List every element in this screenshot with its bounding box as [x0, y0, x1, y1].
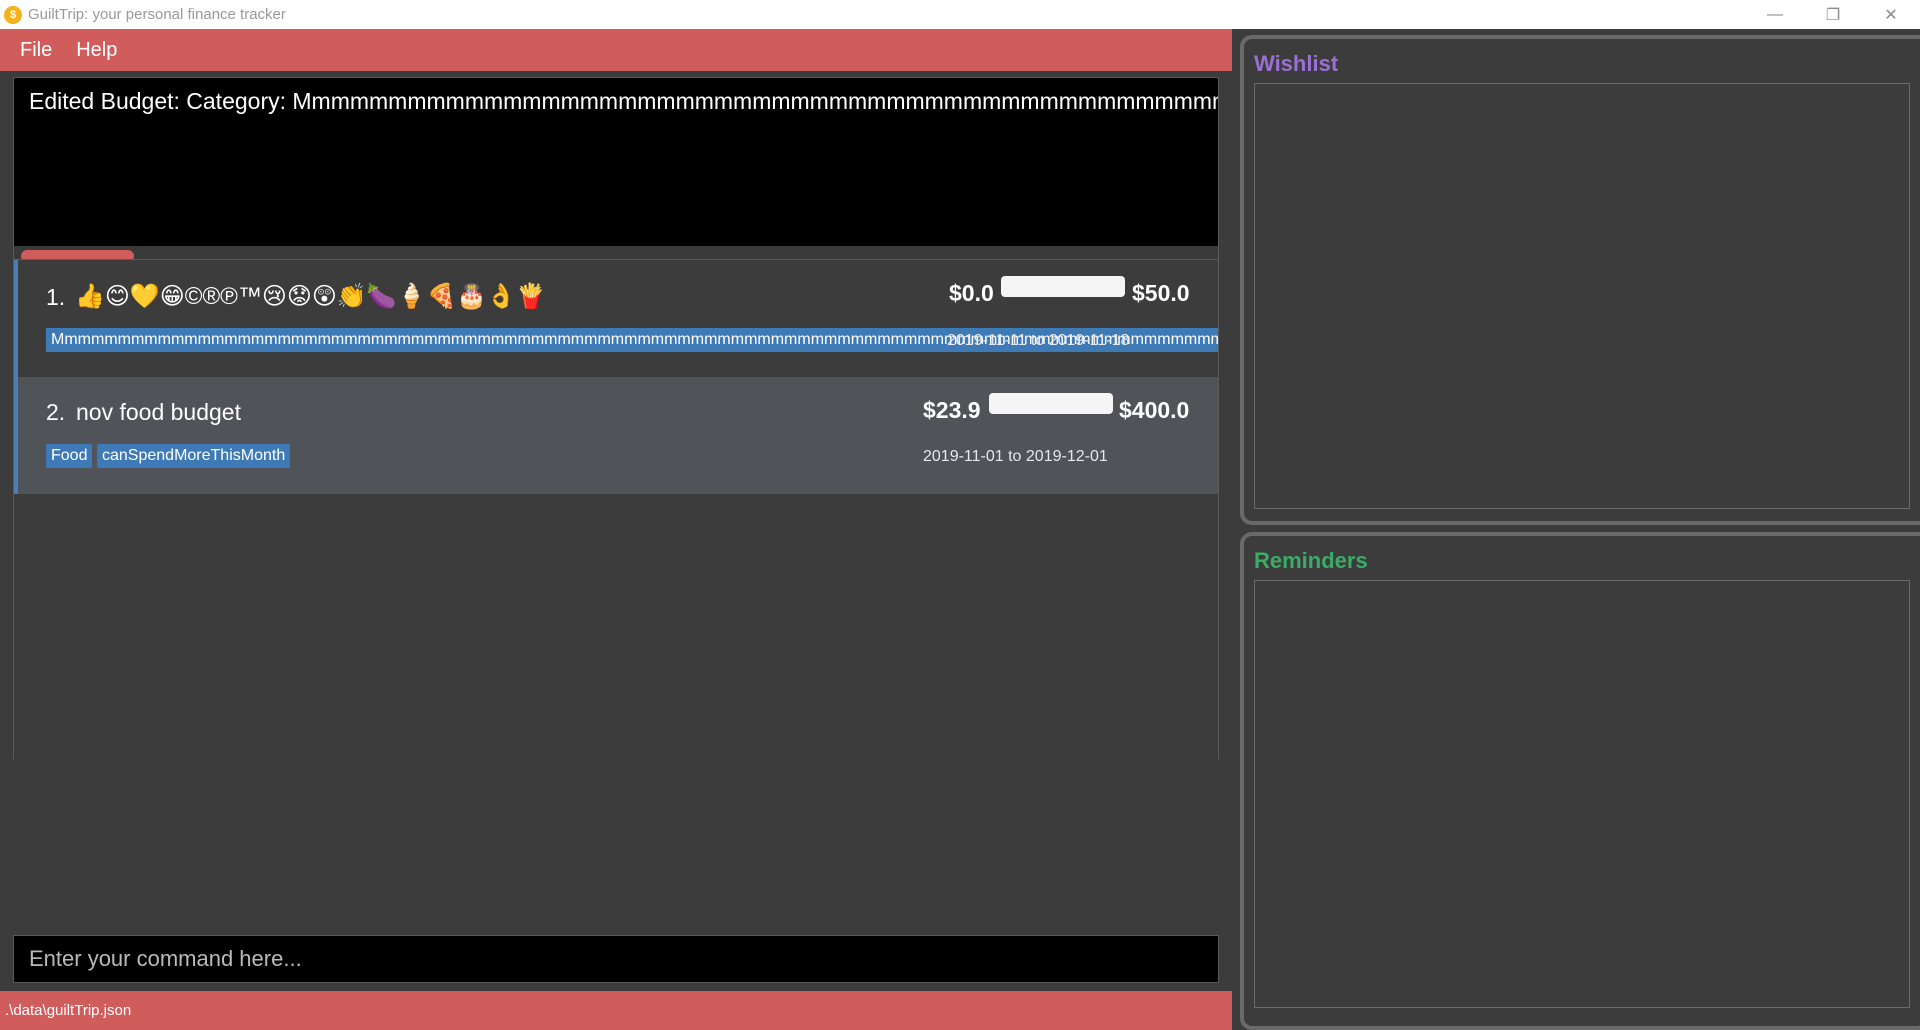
menu-file[interactable]: File [10, 39, 62, 62]
window-title: GuiltTrip: your personal finance tracker [28, 6, 286, 23]
budget-index: 2. [46, 399, 66, 425]
budget-total: $50.0 [1132, 280, 1190, 306]
budget-total: $400.0 [1119, 397, 1190, 423]
minimize-icon[interactable]: — [1746, 0, 1804, 29]
budget-list: 1. 👍😊💛😁©®℗™😢😟😲👏🍆🍦🍕🎂👌🍟 $0.0 $50.0 Mmmmmmm… [13, 259, 1219, 759]
budget-name: 👍😊💛😁©®℗™😢😟😲👏🍆🍦🍕🎂👌🍟 [75, 283, 547, 310]
budget-progress-bar [1001, 276, 1125, 297]
budget-date-range: 2019-11-01 to 2019-12-01 [923, 448, 1108, 465]
reminders-panel: Reminders [1240, 532, 1920, 1030]
restore-icon[interactable]: ❐ [1804, 0, 1862, 29]
data-file-path: .\data\guiltTrip.json [5, 1002, 132, 1019]
budget-card[interactable]: 2. nov food budget $23.9 $400.0 Food can… [14, 377, 1218, 494]
tag-can-spend-more: canSpendMoreThisMonth [97, 444, 291, 468]
side-pane: Wishlist Reminders [1232, 29, 1920, 1030]
budget-card[interactable]: 1. 👍😊💛😁©®℗™😢😟😲👏🍆🍦🍕🎂👌🍟 $0.0 $50.0 Mmmmmmm… [14, 260, 1218, 377]
command-box[interactable] [13, 935, 1219, 983]
menu-bar: File Help [0, 29, 1232, 71]
budget-spent: $0.0 [949, 280, 994, 306]
window-controls: — ❐ ✕ [1746, 0, 1920, 29]
tag-food: Food [46, 444, 93, 468]
title-bar: $ GuiltTrip: your personal finance track… [0, 0, 1920, 29]
budget-progress-bar [989, 393, 1113, 414]
reminders-list[interactable] [1254, 580, 1910, 1008]
budget-spent: $23.9 [923, 397, 981, 423]
result-display: Edited Budget: Category: Mmmmmmmmmmmmmmm… [13, 77, 1219, 267]
result-text: Edited Budget: Category: Mmmmmmmmmmmmmmm… [29, 88, 1219, 114]
command-input[interactable] [14, 936, 1218, 982]
main-pane: File Help Edited Budget: Category: Mmmmm… [0, 29, 1232, 1030]
close-icon[interactable]: ✕ [1862, 0, 1920, 29]
wishlist-panel: Wishlist [1240, 35, 1920, 525]
app-icon: $ [4, 5, 22, 24]
menu-help[interactable]: Help [66, 39, 127, 62]
status-bar: .\data\guiltTrip.json [0, 991, 1232, 1030]
wishlist-title: Wishlist [1254, 51, 1339, 76]
budget-index: 1. [46, 284, 66, 310]
budget-date-range: 2019-11-11 to 2019-11-18 [947, 332, 1130, 349]
reminders-title: Reminders [1254, 548, 1368, 573]
wishlist-list[interactable] [1254, 83, 1910, 509]
budget-name: nov food budget [76, 399, 241, 425]
